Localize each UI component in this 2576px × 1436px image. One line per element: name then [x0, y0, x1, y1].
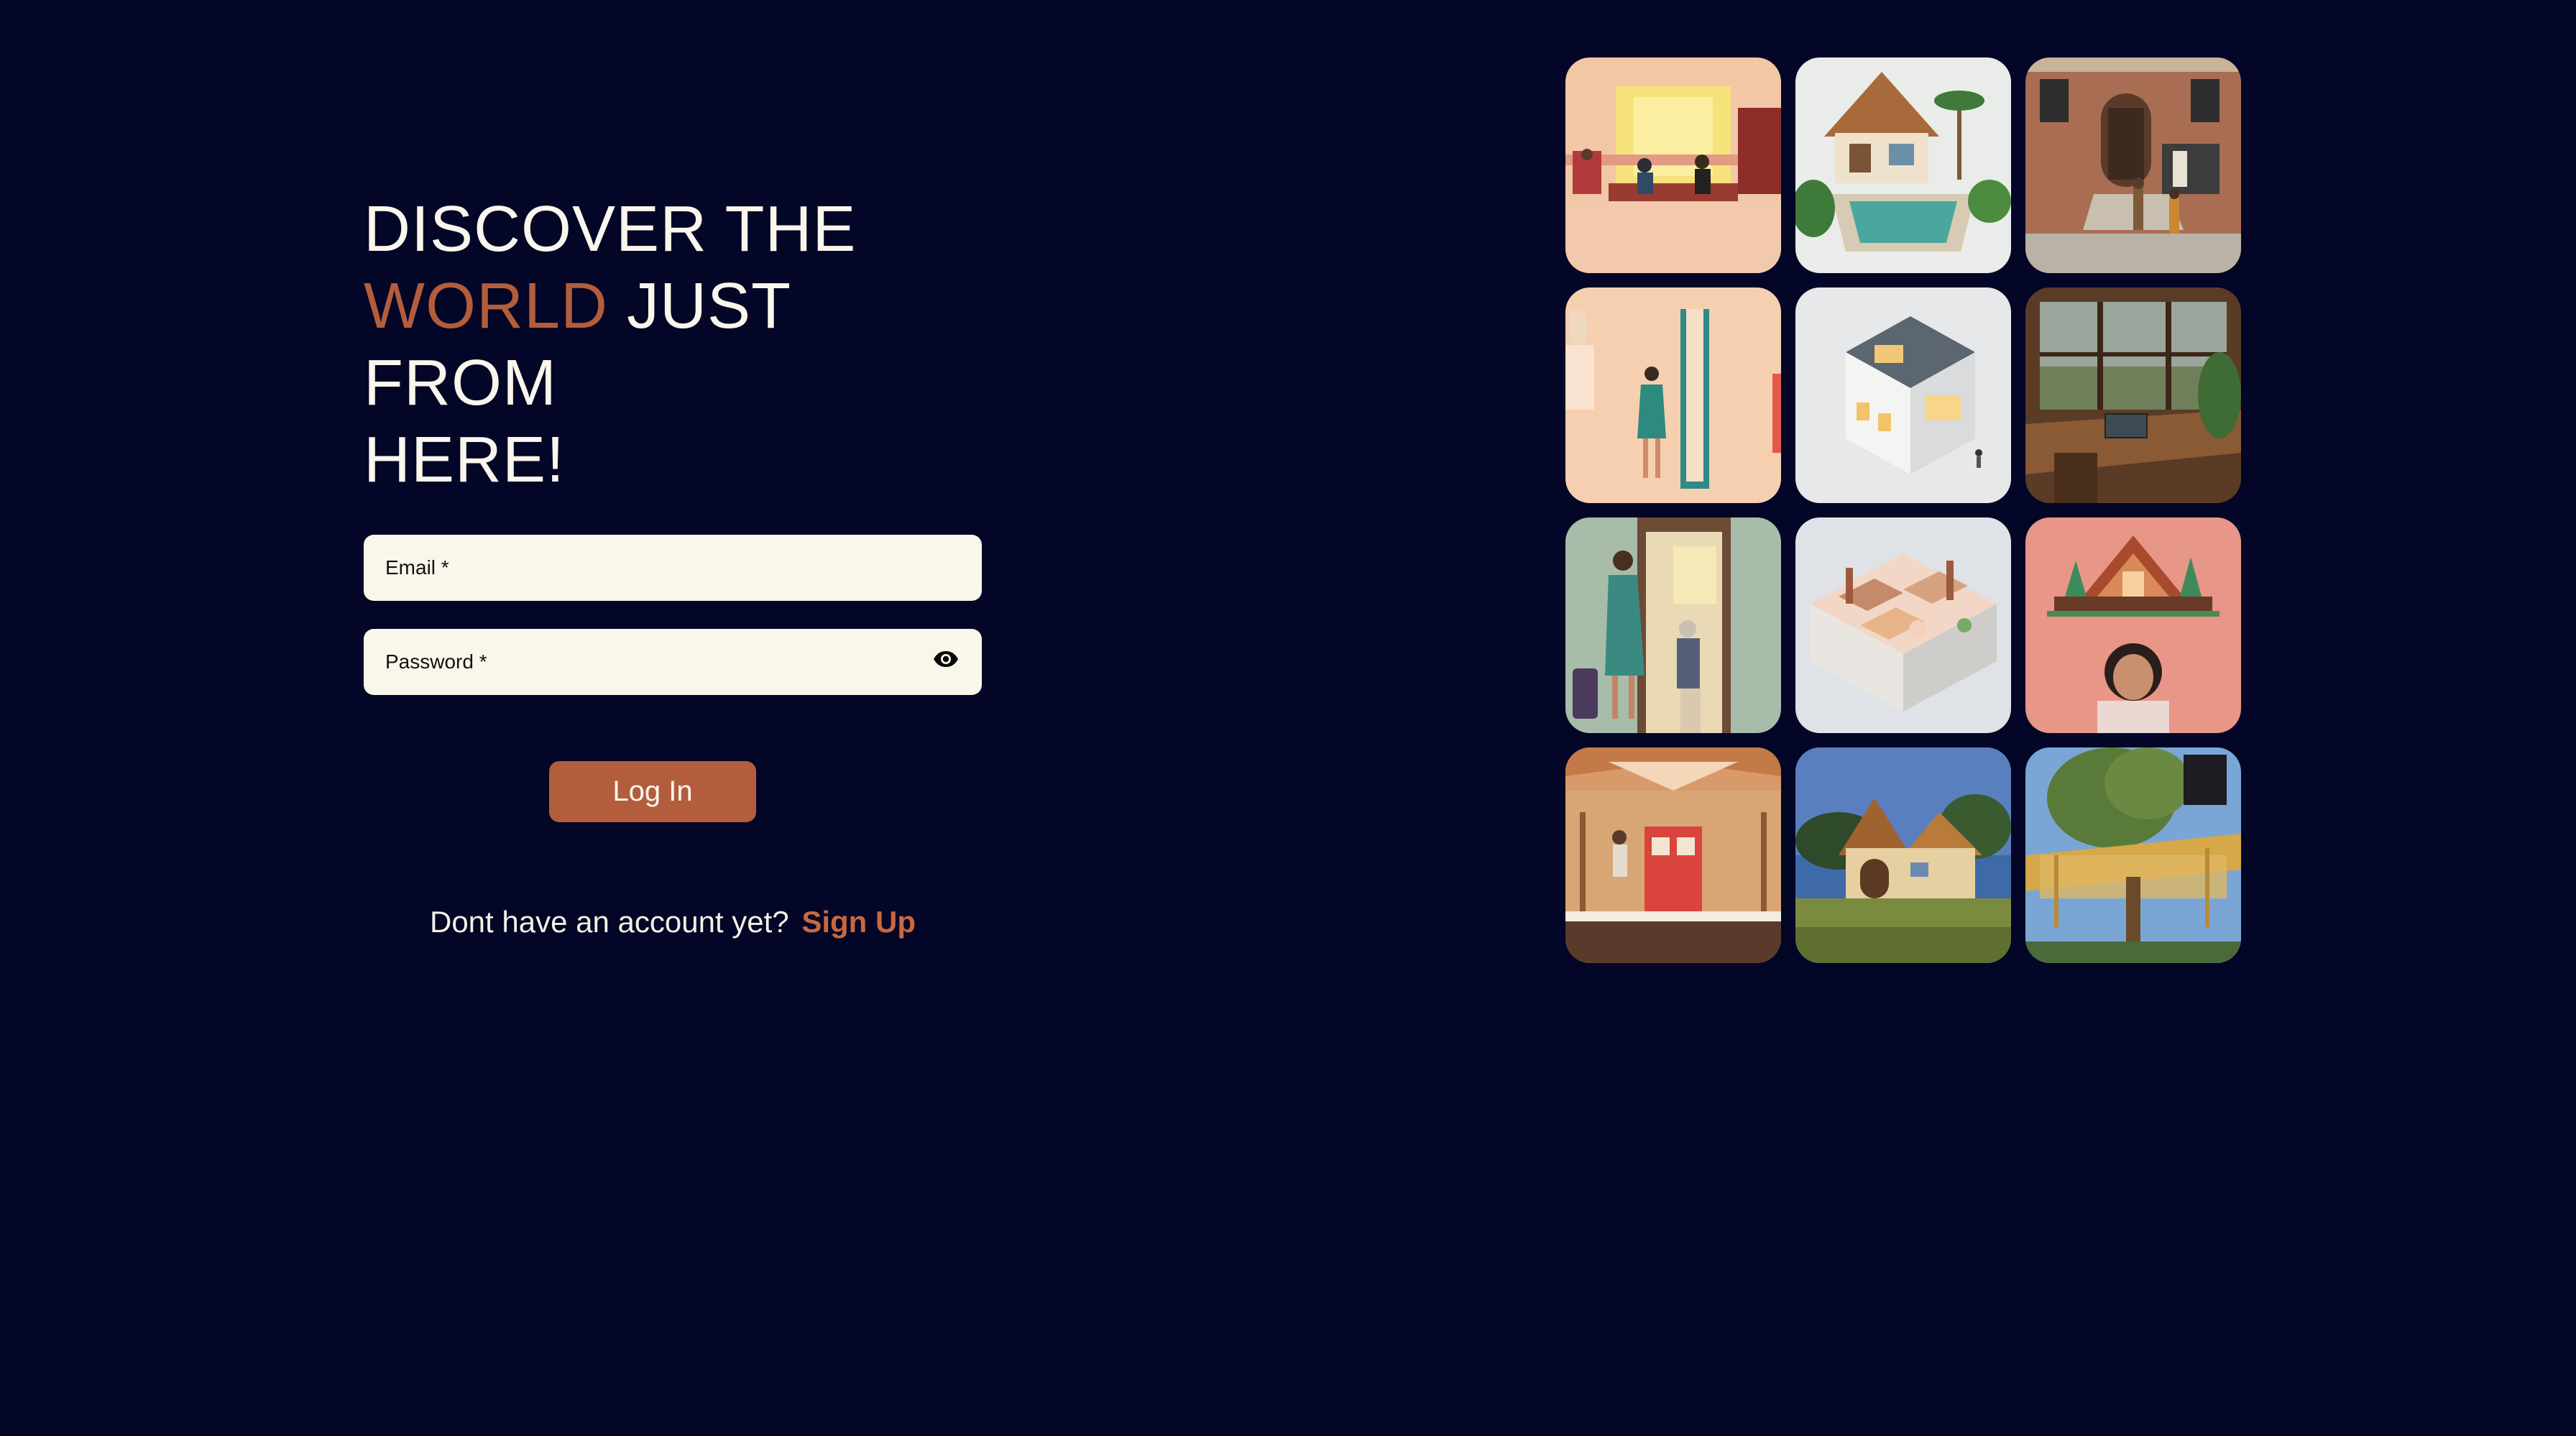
gallery-image-brick-townhouse	[2025, 57, 2241, 273]
login-page: DISCOVER THE WORLD JUST FROM HERE! Email…	[0, 0, 2576, 1436]
eye-icon[interactable]	[932, 645, 960, 673]
page-title: DISCOVER THE WORLD JUST FROM HERE!	[364, 191, 982, 499]
gallery-image-pool-house	[1795, 57, 2011, 273]
login-button[interactable]: Log In	[549, 761, 756, 822]
gallery-image-aframe-woman	[2025, 517, 2241, 733]
gallery-image-apartment-cutaway	[1795, 517, 2011, 733]
signup-link[interactable]: Sign Up	[801, 905, 916, 939]
headline-line-3: HERE!	[364, 424, 566, 496]
email-label: Email *	[385, 556, 449, 579]
gallery-image-woman-door	[1565, 287, 1781, 503]
headline-accent-word: WORLD	[364, 270, 608, 342]
headline-line-1: DISCOVER THE	[364, 193, 857, 265]
signup-prompt-text: Dont have an account yet?	[429, 905, 789, 939]
gallery-image-traveler-doorway	[1565, 517, 1781, 733]
login-panel: DISCOVER THE WORLD JUST FROM HERE! Email…	[364, 191, 982, 939]
gallery-image-home-office	[2025, 287, 2241, 503]
gallery-image-log-cabin	[1565, 747, 1781, 963]
password-field[interactable]: Password *	[364, 629, 982, 695]
gallery-image-office-meeting	[1565, 57, 1781, 273]
password-label: Password *	[385, 650, 487, 673]
image-gallery	[1565, 57, 2241, 963]
signup-prompt: Dont have an account yet? Sign Up	[364, 905, 982, 939]
gallery-image-isometric-house	[1795, 287, 2011, 503]
gallery-image-treehouse	[2025, 747, 2241, 963]
email-field[interactable]: Email *	[364, 535, 982, 601]
gallery-image-storybook-cottage	[1795, 747, 2011, 963]
